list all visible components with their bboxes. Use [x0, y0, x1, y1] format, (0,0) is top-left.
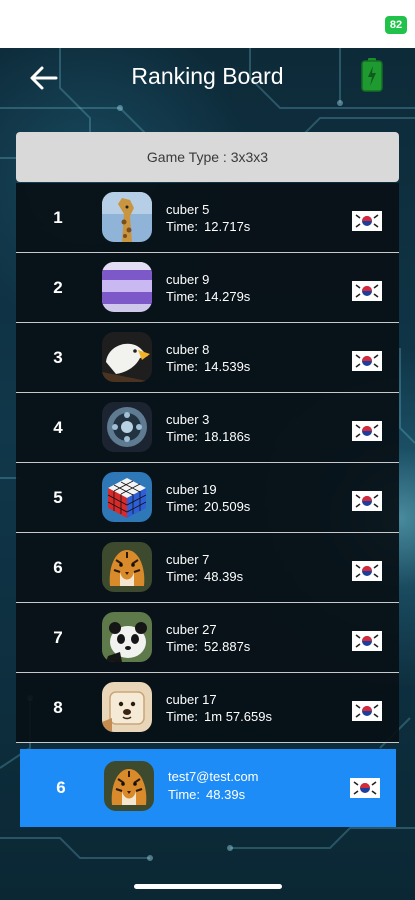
- my-rank-row[interactable]: 6 test7@test.com Time: 48.39s: [20, 749, 396, 827]
- player-time: Time: 18.186s: [166, 429, 250, 445]
- rank-number: 3: [53, 348, 63, 367]
- player-time: Time: 14.539s: [166, 359, 250, 375]
- eagle-avatar: [102, 332, 152, 382]
- ranking-row[interactable]: 1 cuber 5 Time: 12.717s: [16, 183, 399, 253]
- time-label: Time:: [166, 639, 199, 654]
- time-label: Time:: [166, 569, 199, 584]
- player-time: Time: 14.279s: [166, 289, 250, 305]
- time-label: Time:: [166, 429, 199, 444]
- player-name: cuber 8: [166, 342, 210, 357]
- game-type-selector[interactable]: Game Type : 3x3x3: [16, 132, 399, 182]
- time-value: 12.717s: [204, 219, 251, 234]
- korea-flag-icon: [352, 491, 382, 511]
- time-value: 18.186s: [204, 429, 251, 444]
- rank-number: 4: [53, 418, 63, 437]
- ranking-row[interactable]: 6 cuber 7 Time: 48.39s: [16, 533, 399, 603]
- player-name: cuber 3: [166, 412, 210, 427]
- ranking-row[interactable]: 7 cuber 27 Time: 52.887s: [16, 603, 399, 673]
- korea-flag-icon: [352, 631, 382, 651]
- ranking-row[interactable]: 8 cuber 17 Time: 1m 57.659s: [16, 673, 399, 743]
- battery-icon[interactable]: [361, 58, 383, 92]
- player-time: Time: 20.509s: [166, 499, 250, 515]
- player-name: cuber 9: [166, 272, 210, 287]
- player-name: cuber 27: [166, 622, 217, 637]
- player-name: cuber 17: [166, 692, 217, 707]
- time-value: 1m 57.659s: [204, 709, 272, 724]
- player-name: cuber 19: [166, 482, 217, 497]
- purple-jar-avatar: [102, 262, 152, 312]
- home-indicator[interactable]: [134, 884, 282, 889]
- time-value: 52.887s: [204, 639, 251, 654]
- player-time: Time: 12.717s: [166, 219, 250, 235]
- my-player-time: Time: 48.39s: [168, 787, 245, 803]
- korea-flag-icon: [352, 701, 382, 721]
- player-name: cuber 5: [166, 202, 210, 217]
- korea-flag-icon: [352, 281, 382, 301]
- time-value: 14.279s: [204, 289, 251, 304]
- time-value: 48.39s: [206, 787, 246, 802]
- tiger-avatar: [102, 542, 152, 592]
- korea-flag-icon: [352, 561, 382, 581]
- rubiks-cube-avatar: [102, 472, 152, 522]
- game-type-label: Game Type :: [146, 149, 231, 165]
- time-label: Time:: [168, 787, 201, 802]
- player-name: cuber 7: [166, 552, 210, 567]
- giraffe-avatar: [102, 192, 152, 242]
- korea-flag-icon: [352, 421, 382, 441]
- tiger-avatar: [104, 761, 154, 811]
- page-title: Ranking Board: [131, 63, 284, 89]
- player-time: Time: 1m 57.659s: [166, 709, 272, 725]
- gear-avatar: [102, 402, 152, 452]
- dog-avatar: [102, 682, 152, 732]
- status-battery-indicator: 82: [385, 16, 407, 34]
- time-value: 14.539s: [204, 359, 251, 374]
- player-time: Time: 48.39s: [166, 569, 243, 585]
- ranking-list: 1 cuber 5 Time: 12.717s 2 cuber 9 Time: …: [16, 183, 399, 743]
- rank-number: 2: [53, 278, 63, 297]
- status-bar: 82: [0, 0, 415, 48]
- korea-flag-icon: [352, 211, 382, 231]
- my-player-name: test7@test.com: [168, 769, 259, 784]
- time-label: Time:: [166, 359, 199, 374]
- rank-number: 7: [53, 628, 63, 647]
- header: Ranking Board: [0, 48, 415, 108]
- time-label: Time:: [166, 709, 199, 724]
- ranking-row[interactable]: 5 cuber 19 Time: 20.509s: [16, 463, 399, 533]
- game-type-value: 3x3x3: [230, 149, 269, 165]
- ranking-row[interactable]: 4 cuber 3 Time: 18.186s: [16, 393, 399, 463]
- korea-flag-icon: [352, 351, 382, 371]
- rank-number: 1: [53, 208, 63, 227]
- time-value: 48.39s: [204, 569, 244, 584]
- time-label: Time:: [166, 499, 199, 514]
- my-rank-number: 6: [56, 778, 66, 797]
- rank-number: 6: [53, 558, 63, 577]
- panda-avatar: [102, 612, 152, 662]
- time-value: 20.509s: [204, 499, 251, 514]
- ranking-row[interactable]: 2 cuber 9 Time: 14.279s: [16, 253, 399, 323]
- rank-number: 5: [53, 488, 63, 507]
- time-label: Time:: [166, 219, 199, 234]
- korea-flag-icon: [350, 778, 380, 798]
- ranking-row[interactable]: 3 cuber 8 Time: 14.539s: [16, 323, 399, 393]
- time-label: Time:: [166, 289, 199, 304]
- rank-number: 8: [53, 698, 63, 717]
- player-time: Time: 52.887s: [166, 639, 250, 655]
